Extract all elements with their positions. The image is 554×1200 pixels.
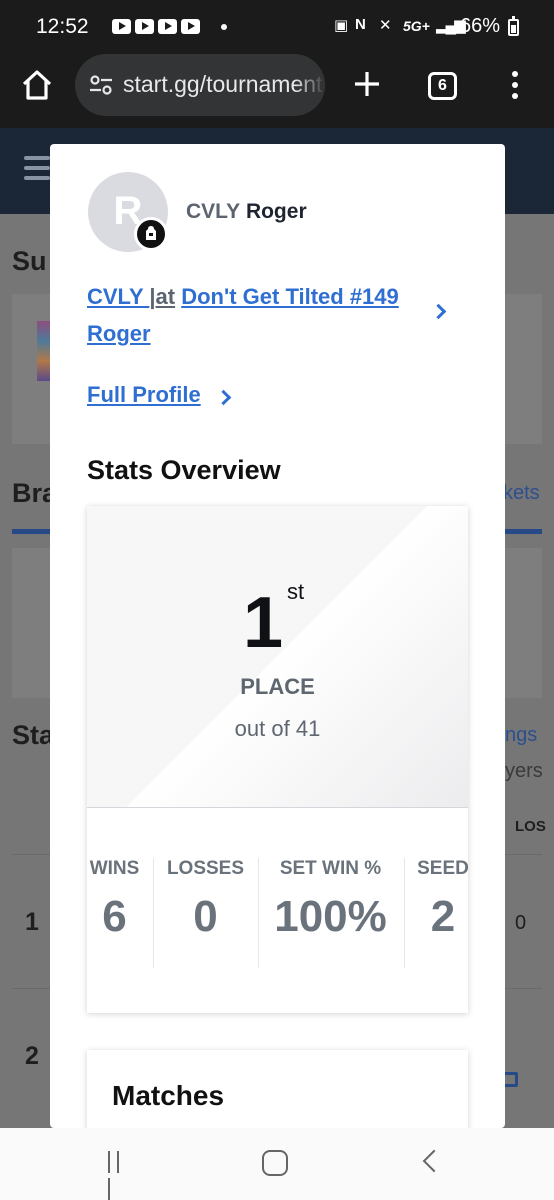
mute-icon: ✕	[379, 17, 392, 34]
placement-number: 1	[243, 583, 284, 663]
stats-overview-title: Stats Overview	[87, 455, 281, 485]
stats-card: 1 st PLACE out of 41 WINS 6 LOSSES 0 SET…	[87, 506, 469, 1013]
event-entrant-link[interactable]: CVLY |at Don't Get Tilted #149 Roger	[87, 278, 432, 352]
browser-toolbar: start.gg/tournament 6	[0, 54, 554, 128]
tournament-thumbnail	[37, 321, 51, 381]
stat-label: SET WIN %	[279, 858, 382, 879]
youtube-notification-icon	[112, 19, 131, 34]
back-icon[interactable]	[422, 1149, 446, 1173]
placement-out-of: out of 41	[234, 716, 321, 741]
youtube-notification-icon	[181, 19, 200, 34]
chevron-right-icon	[215, 389, 232, 406]
background-column-header: LOS	[515, 818, 546, 835]
youtube-notification-icon	[158, 19, 177, 34]
entrant-link[interactable]: CVLY |	[87, 284, 156, 309]
background-text: yers	[505, 760, 543, 782]
full-profile-link[interactable]: Full Profile	[87, 382, 201, 408]
site-settings-icon[interactable]	[89, 74, 113, 96]
stat-value: 100%	[274, 892, 387, 941]
new-tab-icon[interactable]	[351, 68, 383, 100]
placement-panel: 1 st PLACE out of 41	[87, 506, 468, 808]
stat-losses: LOSSES 0	[158, 858, 253, 968]
overflow-menu-icon[interactable]	[508, 71, 522, 101]
player-profile-modal: R CVLY Roger CVLY |at Don't Get Tilted #…	[50, 144, 505, 1128]
event-name-link[interactable]: Don't Get Tilted #149	[181, 284, 399, 309]
battery-percent: 66%	[460, 15, 501, 37]
battery-saver-icon: ▣	[334, 17, 349, 34]
background-heading: Su	[12, 246, 47, 276]
player-badge-icon	[134, 217, 168, 251]
network-type-icon: 5G+	[403, 18, 430, 34]
background-row-number: 2	[25, 1042, 39, 1070]
player-name: CVLY Roger	[186, 200, 307, 224]
stat-label: SEED	[417, 858, 469, 879]
stat-value: 6	[102, 892, 127, 941]
recent-apps-icon[interactable]	[108, 1151, 132, 1200]
background-cell: 0	[515, 912, 527, 934]
more-notifications-icon	[221, 24, 227, 30]
youtube-notification-icon	[135, 19, 154, 34]
stat-wins: WINS 6	[87, 858, 142, 968]
stat-seed: SEED 2	[409, 858, 477, 968]
battery-icon	[508, 16, 519, 36]
tab-switcher-button[interactable]: 6	[428, 72, 457, 100]
home-button-icon[interactable]	[262, 1150, 288, 1176]
status-time: 12:52	[36, 15, 89, 38]
stat-value: 2	[430, 892, 456, 941]
stat-set-win-percent: SET WIN % 100%	[263, 858, 398, 968]
nfc-icon: N	[355, 16, 366, 33]
status-bar: 12:52 ▣ N ✕ 5G+ ▂▄▆ 66%	[0, 0, 554, 54]
stat-value: 0	[193, 892, 218, 941]
matches-card: Matches	[87, 1050, 468, 1128]
matches-title: Matches	[112, 1080, 225, 1111]
background-row-number: 1	[25, 908, 39, 936]
stat-label: WINS	[89, 858, 140, 879]
player-prefix: CVLY	[186, 200, 241, 223]
system-navigation-bar	[0, 1128, 554, 1200]
background-link: ngs	[505, 724, 538, 746]
background-heading: Sta	[12, 720, 55, 750]
at-label: at	[155, 284, 176, 309]
stat-label: LOSSES	[166, 858, 245, 879]
hamburger-menu-icon	[24, 156, 50, 182]
entrant-tag-link[interactable]: Roger	[87, 321, 151, 346]
placement-label: PLACE	[240, 674, 315, 699]
home-icon[interactable]	[20, 68, 54, 102]
placement-suffix: st	[287, 579, 305, 604]
background-link: kets	[503, 482, 540, 504]
address-bar[interactable]: start.gg/tournament	[75, 54, 325, 116]
player-tag: Roger	[245, 200, 307, 223]
chevron-right-icon	[430, 303, 447, 320]
url-text: start.gg/tournament	[123, 71, 323, 97]
